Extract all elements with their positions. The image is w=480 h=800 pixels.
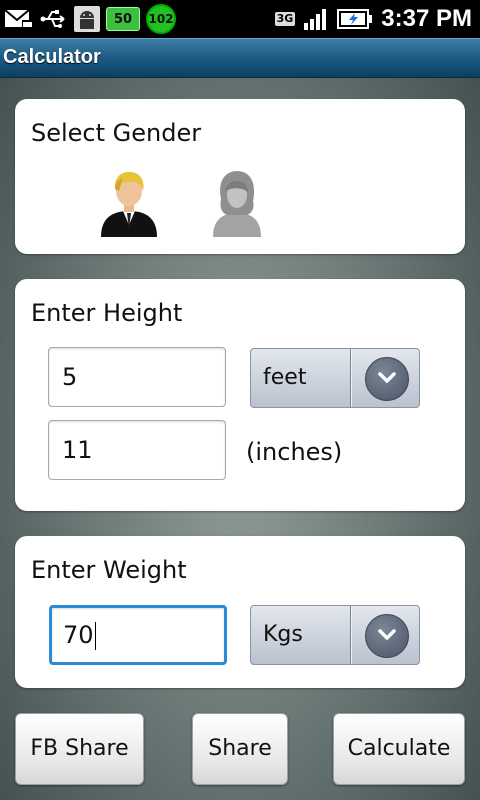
height-unit-label: feet bbox=[263, 365, 307, 390]
app-title: Calculator bbox=[3, 46, 101, 68]
signal-icon bbox=[303, 7, 329, 31]
spinner-divider bbox=[350, 349, 351, 407]
battery-charging-icon bbox=[337, 8, 373, 30]
weight-input-value: 70 bbox=[63, 621, 94, 649]
share-button[interactable]: Share bbox=[192, 713, 288, 785]
calculate-button[interactable]: Calculate bbox=[333, 713, 465, 785]
usb-icon bbox=[40, 8, 68, 30]
height-unit-spinner[interactable]: feet bbox=[250, 348, 420, 408]
app-title-bar: Calculator bbox=[0, 38, 480, 78]
height-card: Enter Height 5 feet 11 (inches) bbox=[15, 279, 465, 511]
weight-input[interactable]: 70 bbox=[49, 605, 227, 665]
chevron-down-icon[interactable] bbox=[365, 357, 409, 401]
system-icons: 3G 3:37 PM bbox=[274, 4, 472, 34]
height-title: Enter Height bbox=[31, 299, 183, 327]
weight-unit-label: Kgs bbox=[263, 622, 303, 647]
fb-share-button[interactable]: FB Share bbox=[15, 713, 144, 785]
female-avatar-icon[interactable] bbox=[205, 169, 269, 237]
mail-icon bbox=[4, 8, 34, 30]
text-caret bbox=[94, 622, 96, 650]
network-3g-icon: 3G bbox=[274, 12, 296, 26]
gender-card: Select Gender bbox=[15, 99, 465, 254]
clock: 3:37 PM bbox=[381, 5, 472, 32]
spinner-divider bbox=[350, 606, 351, 664]
status-bar: 50 102 3G 3:37 PM bbox=[0, 0, 480, 38]
weight-card: Enter Weight 70 Kgs bbox=[15, 536, 465, 688]
gender-title: Select Gender bbox=[31, 119, 202, 147]
male-avatar-icon[interactable] bbox=[97, 169, 161, 237]
weight-title: Enter Weight bbox=[31, 556, 187, 584]
inches-input[interactable]: 11 bbox=[48, 420, 226, 480]
feet-input[interactable]: 5 bbox=[48, 347, 226, 407]
battery-level-badge: 50 bbox=[106, 7, 140, 31]
inches-label: (inches) bbox=[246, 438, 343, 466]
chevron-down-icon[interactable] bbox=[365, 614, 409, 658]
notification-icons: 50 102 bbox=[4, 4, 176, 34]
temperature-badge: 102 bbox=[146, 4, 176, 34]
weight-unit-spinner[interactable]: Kgs bbox=[250, 605, 420, 665]
android-debug-icon bbox=[74, 6, 100, 32]
